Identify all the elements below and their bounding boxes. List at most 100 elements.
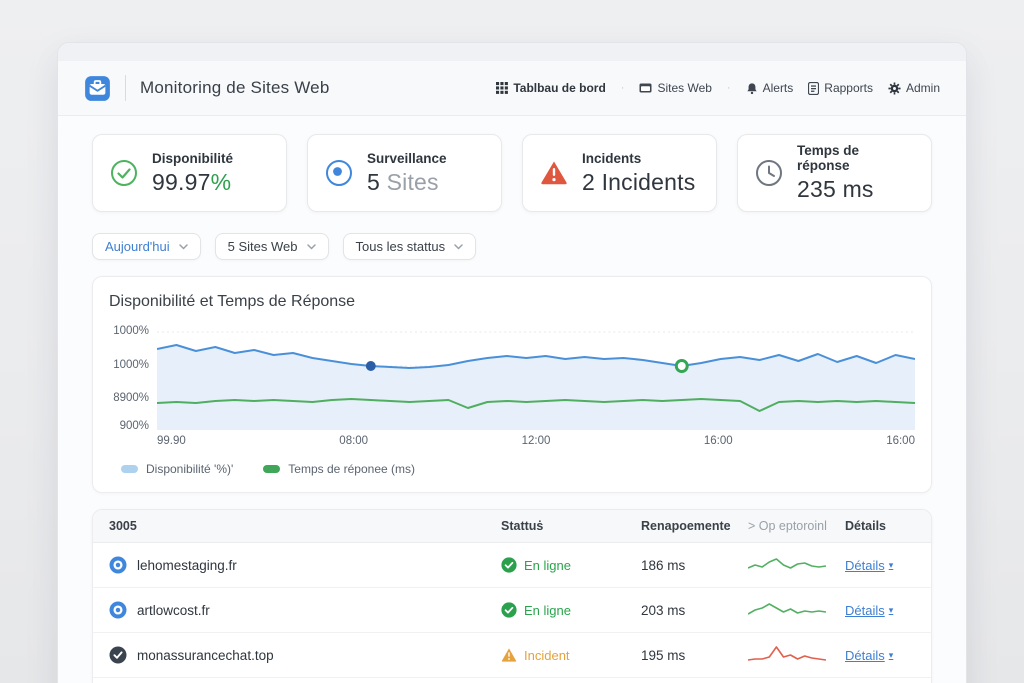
sparkline [748, 599, 826, 621]
sites-icon [639, 82, 652, 94]
stat-label: Temps de réponse [797, 143, 915, 173]
table-row: lehomestaging.fr En ligne 186 ms Détails… [93, 543, 931, 588]
site-globe-icon [109, 601, 127, 619]
legend-item-availability: Disponibilité '%)' [121, 462, 233, 476]
y-axis-label: 900% [120, 420, 149, 432]
response-time: 186 ms [641, 558, 748, 573]
stat-value: 2 Incidents [582, 169, 695, 196]
legend-swatch [263, 465, 280, 473]
nav-item-label: Tablbau de bord [513, 81, 605, 95]
details-link[interactable]: Détails▾ [845, 603, 893, 618]
legend-item-response: Temps de réponee (ms) [263, 462, 415, 476]
nav-item-admin[interactable]: Admin [888, 81, 940, 95]
details-link[interactable]: Détails▾ [845, 648, 893, 663]
nav-item-rapports[interactable]: Rapports [808, 81, 873, 95]
availability-response-chart [157, 325, 915, 430]
details-link[interactable]: Détails▾ [845, 558, 893, 573]
legend-swatch [121, 465, 138, 473]
status-badge: Incident [524, 648, 570, 663]
stat-value: 5 Sites [367, 169, 447, 196]
response-time: 195 ms [641, 648, 748, 663]
chevron-down-icon [454, 244, 463, 250]
stat-value: 99.97% [152, 169, 233, 196]
nav-item-label: Alerts [763, 81, 794, 95]
caret-down-icon: ▾ [889, 560, 894, 571]
y-axis-label: 1000% [113, 325, 149, 337]
bell-icon [746, 82, 758, 95]
response-time: 203 ms [641, 603, 748, 618]
stats-row: Disponibilité 99.97% Surveillance 5 Site… [92, 134, 932, 212]
x-axis-label: 08:00 [339, 435, 368, 447]
table-row: artlowcost.fr En ligne 203 ms Détails▾ [93, 588, 931, 633]
x-axis-label: 16:00 [886, 435, 915, 447]
nav-item-dashboard[interactable]: Tablbau de bord [496, 81, 605, 95]
status-check-icon [501, 602, 517, 618]
sparkline [748, 554, 826, 576]
stat-card-availability: Disponibilité 99.97% [92, 134, 287, 212]
y-axis-label: 8900% [113, 392, 149, 404]
filter-row: Aujourd'hui 5 Sites Web Tous les stattus [92, 233, 932, 260]
nav-separator: · [727, 82, 731, 94]
stat-card-monitoring: Surveillance 5 Sites [307, 134, 502, 212]
page-title: Monitoring de Sites Web [140, 78, 330, 98]
monitor-target-icon [324, 158, 354, 188]
nav-item-label: Sites Web [657, 81, 711, 95]
site-name: lehomestaging.fr [137, 558, 237, 573]
table-row: monassurancechat.top Incident 195 ms Dét… [93, 633, 931, 678]
caret-down-icon: ▾ [889, 650, 894, 661]
x-axis-label: 99.90 [157, 435, 186, 447]
site-globe-icon [109, 556, 127, 574]
stat-label: Disponibilité [152, 151, 233, 166]
report-icon [808, 82, 819, 95]
y-axis-label: 1000% [113, 359, 149, 371]
column-header-status: Stattuṡ [501, 519, 641, 533]
grid-icon [496, 82, 508, 94]
stat-label: Surveillance [367, 151, 447, 166]
sites-table: 3005 Stattuṡ Renapoemente > Op eptoroinl… [92, 509, 932, 683]
filter-sites-dropdown[interactable]: 5 Sites Web [215, 233, 329, 260]
app-header: Monitoring de Sites Web Tablbau de bord … [58, 61, 966, 116]
chart-legend: Disponibilité '%)' Temps de réponee (ms) [121, 462, 915, 476]
stat-value: 235 ms [797, 176, 915, 203]
page-background: { "colors": { "accent_blue": "#3f7fd1", … [0, 0, 1024, 683]
filter-status-dropdown[interactable]: Tous les stattus [343, 233, 477, 260]
stat-card-response-time: Temps de réponse 235 ms [737, 134, 932, 212]
nav-item-alerts[interactable]: Alerts [746, 81, 794, 95]
clock-icon [754, 158, 784, 188]
main-content: Disponibilité 99.97% Surveillance 5 Site… [58, 116, 966, 683]
stat-card-incidents: Incidents 2 Incidents [522, 134, 717, 212]
chart-title: Disponibilité et Temps de Réponse [109, 293, 915, 311]
x-axis-label: 16:00 [704, 435, 733, 447]
site-name: artlowcost.fr [137, 603, 210, 618]
app-logo-icon [84, 75, 111, 102]
stat-label: Incidents [582, 151, 695, 166]
gear-icon [888, 82, 901, 95]
site-check-icon [109, 646, 127, 664]
column-header-trend: > Op eptoroinl [748, 519, 845, 533]
chevron-down-icon [179, 244, 188, 250]
status-badge: En ligne [524, 558, 571, 573]
x-axis: 99.90 08:00 12:00 16:00 16:00 [157, 435, 915, 447]
column-header-response: Renapoemente [641, 519, 748, 533]
warning-triangle-icon [539, 158, 569, 188]
status-badge: En ligne [524, 603, 571, 618]
chevron-down-icon [307, 244, 316, 250]
table-header: 3005 Stattuṡ Renapoemente > Op eptoroinl… [93, 510, 931, 543]
window-chrome [58, 43, 966, 61]
nav-item-sites-web[interactable]: Sites Web [639, 81, 711, 95]
filter-date-dropdown[interactable]: Aujourd'hui [92, 233, 201, 260]
column-header-details: Détails [845, 519, 915, 533]
status-check-icon [501, 557, 517, 573]
y-axis: 1000% 1000% 8900% 900% [109, 325, 157, 430]
nav-item-label: Rapports [824, 81, 873, 95]
nav-separator: · [621, 82, 625, 94]
header-divider [125, 75, 126, 101]
sparkline [748, 644, 826, 666]
x-axis-label: 12:00 [522, 435, 551, 447]
chart-card: Disponibilité et Temps de Réponse 1000% … [92, 276, 932, 493]
site-name: monassurancechat.top [137, 648, 274, 663]
check-circle-icon [109, 158, 139, 188]
column-header-sites: 3005 [109, 519, 501, 533]
table-row: bons-plans-voyage.com Critique 401 ms Dé… [93, 678, 931, 683]
main-nav: Tablbau de bord · Sites Web · Alerts [496, 81, 940, 95]
